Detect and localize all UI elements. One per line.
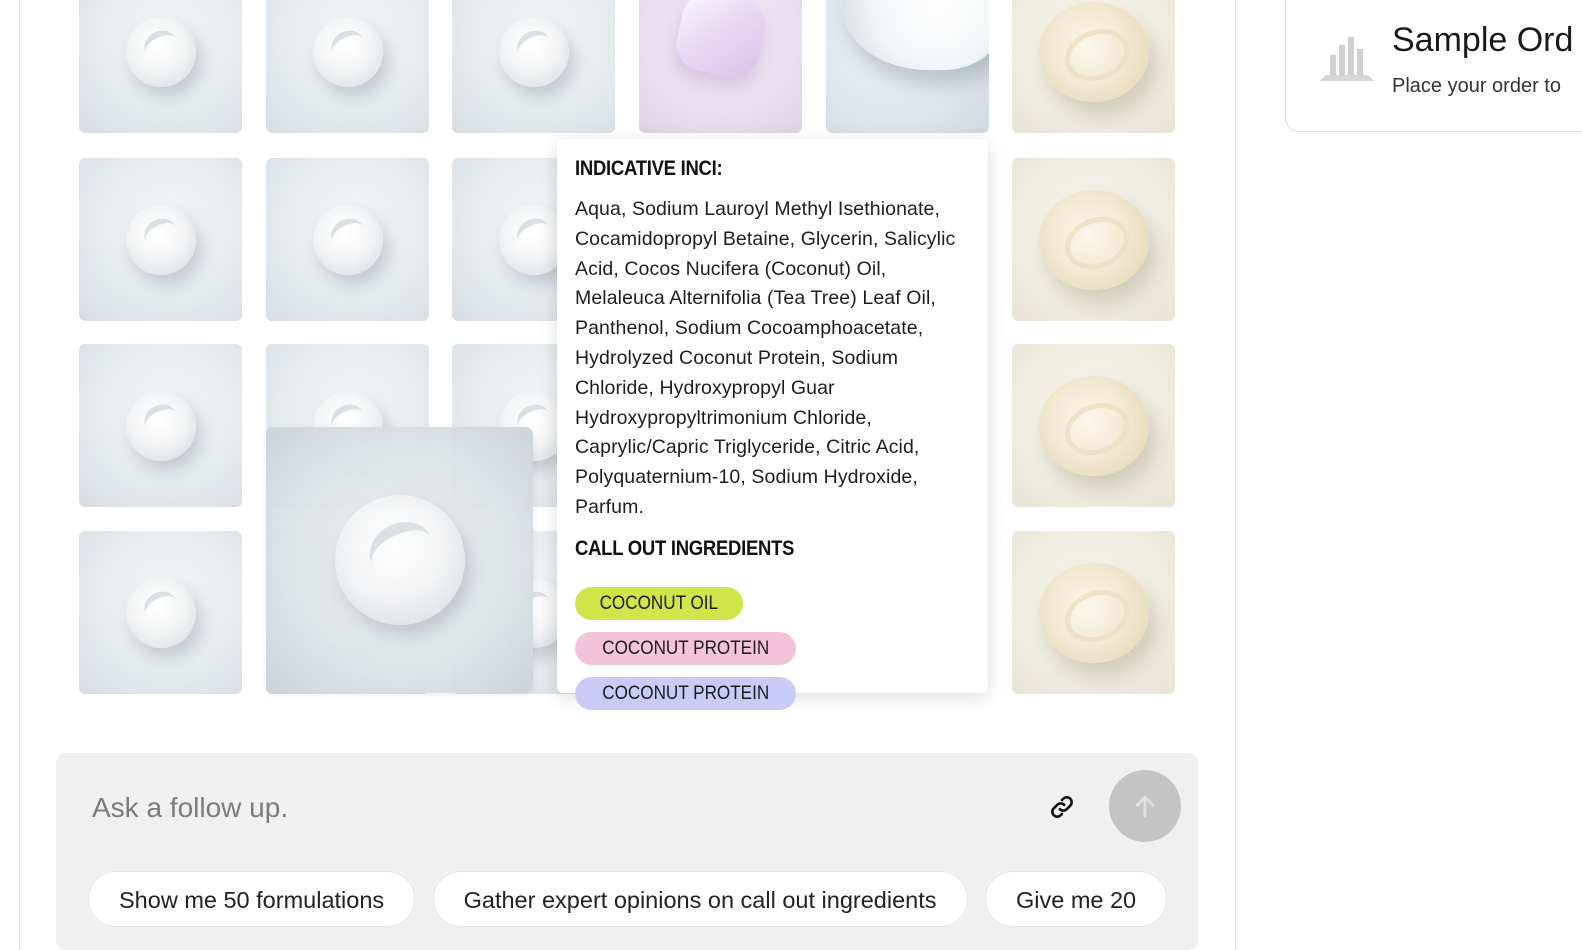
follow-up-composer: Show me 50 formulations Gather expert op…: [56, 753, 1198, 950]
follow-up-input[interactable]: [90, 783, 994, 833]
sample-order-subtitle: Place your order to: [1392, 75, 1561, 97]
suggestion-expert-opinions[interactable]: Gather expert opinions on call out ingre…: [432, 871, 968, 927]
callout-ingredient-chips: COCONUT OIL COCONUT PROTEIN COCONUT PROT…: [575, 586, 975, 710]
formulation-image[interactable]: [266, 158, 429, 321]
inci-heading: INDICATIVE INCI:: [575, 157, 723, 180]
formulation-image[interactable]: [1012, 344, 1175, 507]
formulation-image[interactable]: [826, 0, 989, 133]
formulation-image[interactable]: [452, 0, 615, 133]
attach-link-button[interactable]: [1044, 789, 1080, 825]
send-button[interactable]: [1109, 770, 1181, 842]
ingredient-chip: COCONUT PROTEIN: [575, 676, 797, 710]
suggestion-give-me-20[interactable]: Give me 20: [984, 871, 1168, 927]
link-icon: [1051, 796, 1073, 818]
arrow-up-icon: [1135, 795, 1155, 818]
suggestion-chips: Show me 50 formulations Gather expert op…: [88, 871, 1180, 931]
formulation-image[interactable]: [79, 531, 242, 694]
ingredient-chip: COCONUT OIL: [575, 586, 743, 620]
ingredient-chip: COCONUT PROTEIN: [575, 631, 797, 665]
ingredient-popover: INDICATIVE INCI: Aqua, Sodium Lauroyl Me…: [557, 139, 988, 710]
left-divider: [19, 0, 20, 950]
sample-order-title: Sample Ord: [1392, 21, 1574, 59]
formulation-image[interactable]: [79, 0, 242, 133]
suggestion-show-50-formulations[interactable]: Show me 50 formulations: [88, 871, 416, 927]
formulation-image[interactable]: [79, 344, 242, 507]
formulation-image[interactable]: [1012, 0, 1175, 133]
formulation-image[interactable]: [266, 0, 429, 133]
right-divider: [1235, 0, 1236, 950]
hover-image-preview[interactable]: [266, 427, 533, 693]
formulation-image[interactable]: [1012, 531, 1175, 694]
bar-chart-icon: [1320, 37, 1374, 81]
formulation-image[interactable]: [79, 158, 242, 321]
sample-order-card[interactable]: Sample Ord Place your order to: [1285, 0, 1582, 132]
formulation-image[interactable]: [639, 0, 802, 133]
inci-list: Aqua, Sodium Lauroyl Methyl Isethionate,…: [575, 198, 956, 518]
formulation-image[interactable]: [1012, 158, 1175, 321]
callout-heading: CALL OUT INGREDIENTS: [575, 536, 795, 560]
